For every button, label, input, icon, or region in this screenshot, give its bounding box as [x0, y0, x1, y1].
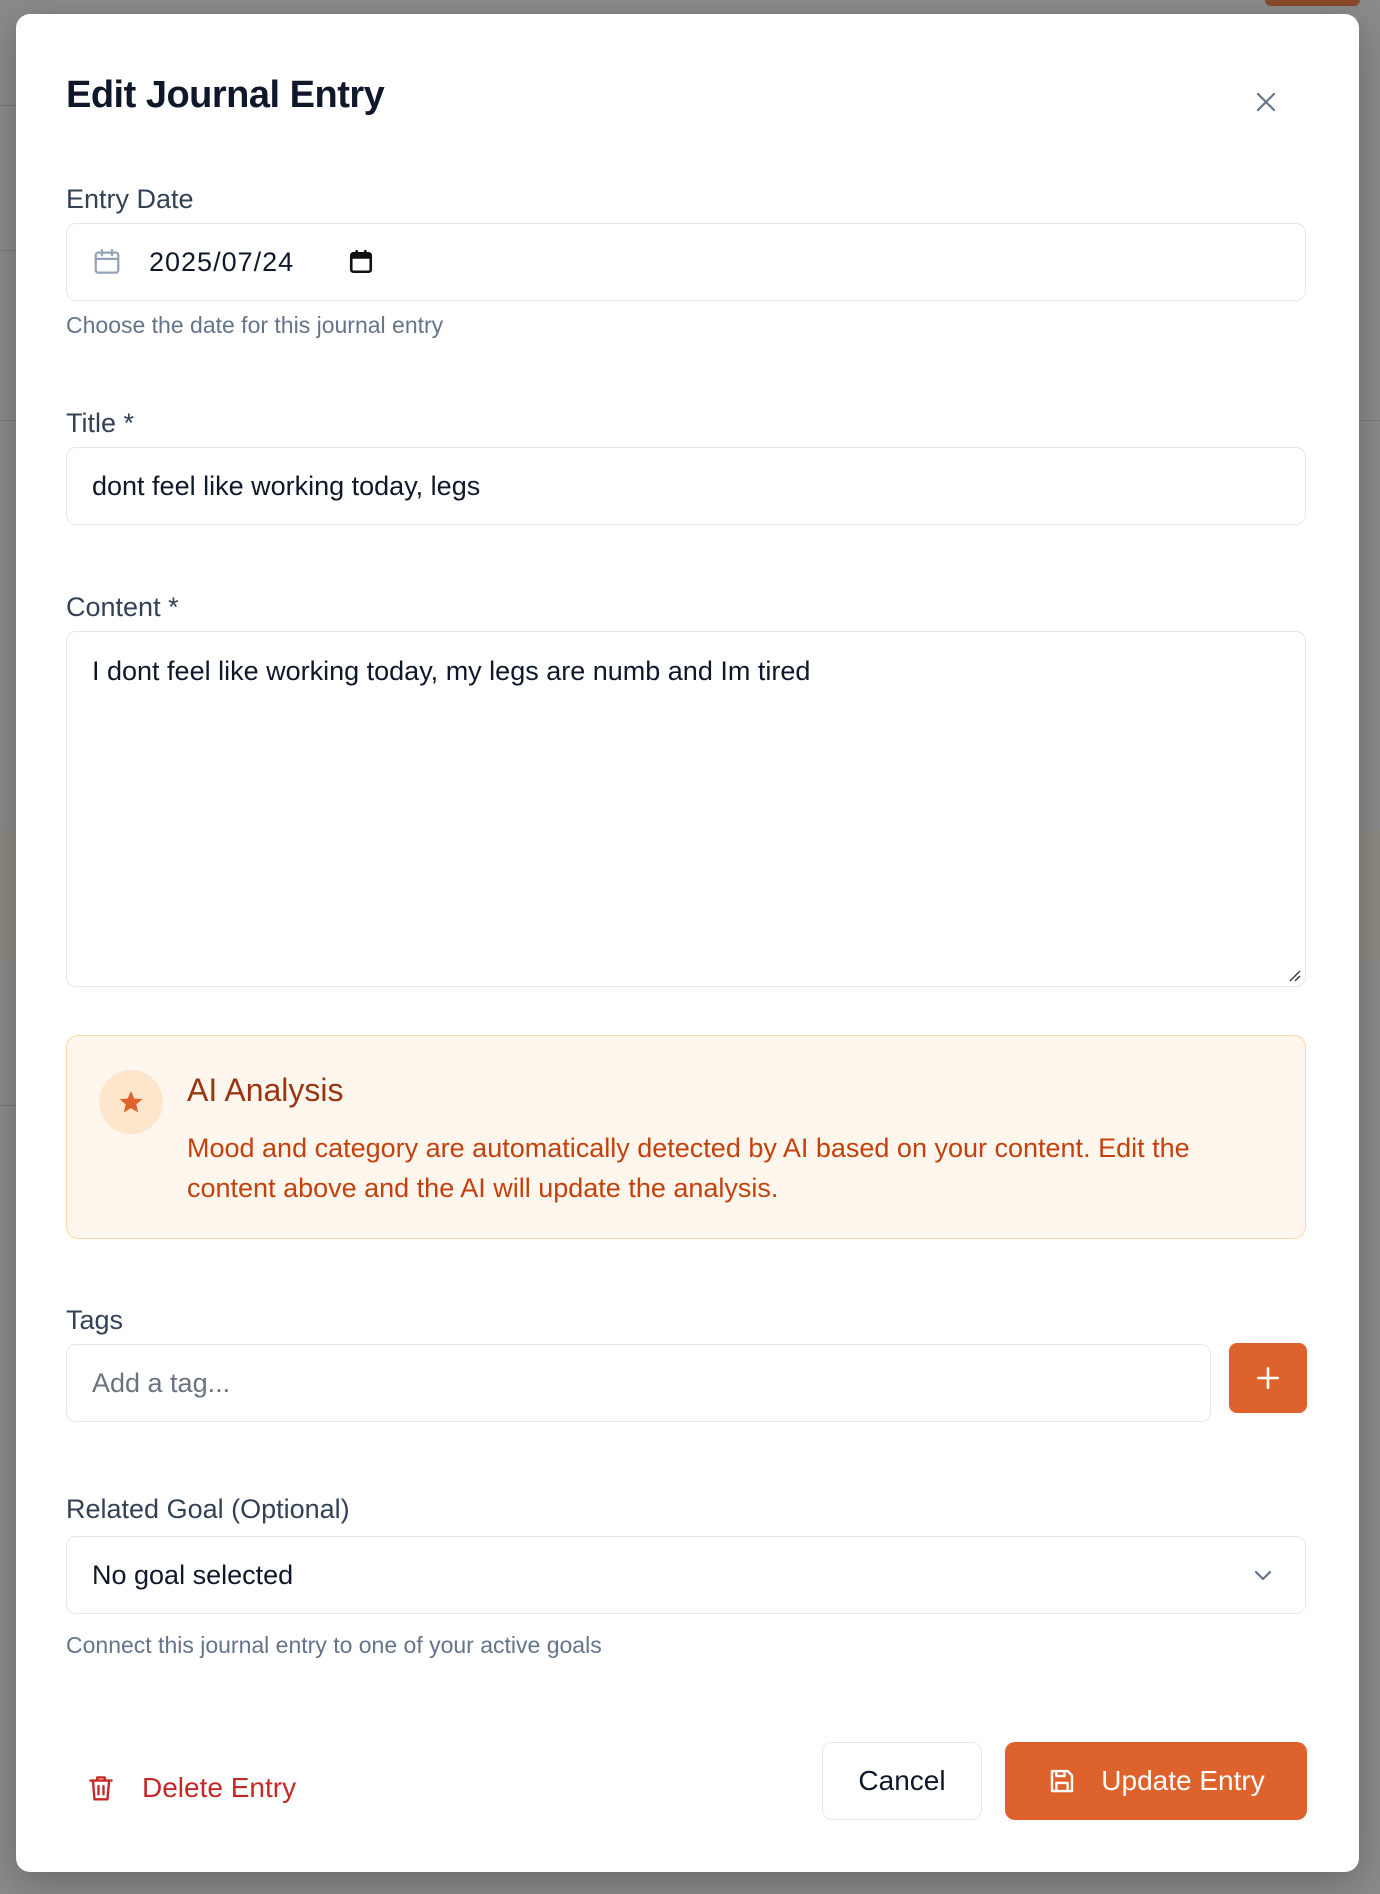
related-goal-select[interactable]: No goal selected: [66, 1536, 1306, 1614]
title-input[interactable]: dont feel like working today, legs: [66, 447, 1306, 525]
cancel-label: Cancel: [858, 1765, 946, 1796]
save-icon: [1051, 1769, 1074, 1793]
background-divider: [0, 250, 16, 251]
entry-date-value: 2025/07/24: [149, 246, 295, 277]
ai-analysis-description: Mood and category are automatically dete…: [187, 1133, 1190, 1203]
resize-handle-icon[interactable]: [1287, 968, 1301, 982]
close-icon: [1256, 92, 1276, 112]
edit-journal-modal: Edit Journal Entry Entry Date 2025/07/24…: [16, 14, 1359, 1872]
content-label: Content *: [66, 592, 179, 622]
tags-label: Tags: [66, 1305, 124, 1335]
delete-entry-button[interactable]: Delete Entry: [86, 1753, 296, 1823]
chevron-down-icon: [1254, 1570, 1272, 1581]
background-divider: [0, 105, 16, 106]
background-card: [1359, 830, 1380, 960]
update-entry-button[interactable]: Update Entry: [1005, 1742, 1307, 1820]
related-goal-selected: No goal selected: [92, 1559, 294, 1590]
delete-entry-label: Delete Entry: [142, 1772, 297, 1803]
entry-date-label: Entry Date: [66, 184, 194, 214]
ai-icon-badge: [99, 1070, 163, 1134]
modal-title: Edit Journal Entry: [66, 74, 385, 116]
ai-analysis-panel: AI Analysis Mood and category are automa…: [66, 1035, 1306, 1239]
related-goal-hint: Connect this journal entry to one of you…: [66, 1632, 602, 1658]
related-goal-label: Related Goal (Optional): [66, 1494, 350, 1524]
title-label: Title *: [66, 408, 135, 438]
background-card: [0, 830, 16, 960]
update-entry-label: Update Entry: [1101, 1765, 1265, 1796]
trash-icon: [89, 1776, 113, 1801]
tag-input-placeholder: Add a tag...: [92, 1367, 231, 1398]
plus-icon: [1256, 1366, 1280, 1390]
cancel-button[interactable]: Cancel: [822, 1742, 982, 1820]
calendar-icon: [94, 249, 120, 274]
star-icon: [119, 1090, 143, 1113]
close-button[interactable]: [1248, 84, 1284, 120]
content-textarea-value: I dont feel like working today, my legs …: [92, 656, 811, 686]
background-button: [1265, 0, 1360, 6]
tag-input[interactable]: Add a tag...: [66, 1344, 1211, 1422]
calendar-picker-icon[interactable]: [348, 249, 374, 275]
ai-analysis-title: AI Analysis: [187, 1072, 344, 1108]
add-tag-button[interactable]: [1229, 1343, 1307, 1413]
background-divider: [1359, 420, 1380, 421]
entry-date-hint: Choose the date for this journal entry: [66, 312, 444, 338]
title-input-value: dont feel like working today, legs: [92, 470, 481, 501]
entry-date-field[interactable]: 2025/07/24: [66, 223, 1306, 301]
background-divider: [0, 1105, 16, 1106]
background-divider: [0, 420, 16, 421]
content-textarea[interactable]: I dont feel like working today, my legs …: [66, 631, 1306, 987]
